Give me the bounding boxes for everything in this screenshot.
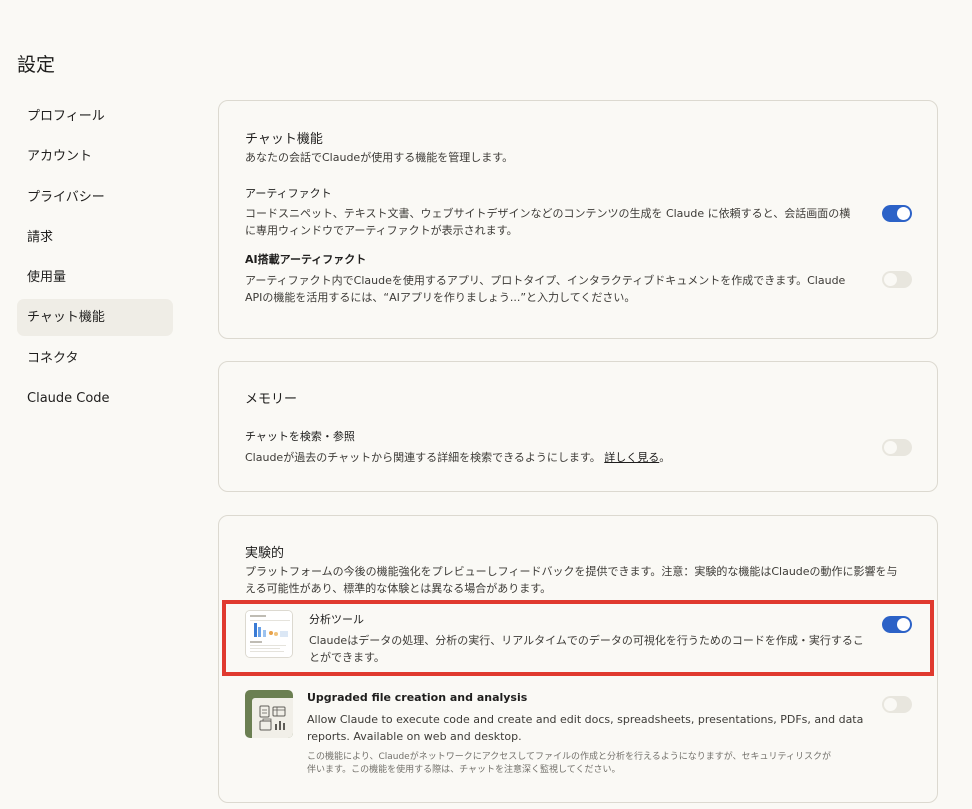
artifacts-desc-line-1: コードスニペット、テキスト文書、ウェブサイトデザインなどのコンテンツの生成を C… [245, 207, 851, 220]
ai-artifacts-toggle[interactable] [882, 271, 912, 288]
search-chats-description: Claudeが過去のチャットから関連する詳細を検索できるようにします。 詳しく見… [245, 449, 870, 466]
ai-artifacts-label: AI搭載アーティファクト [245, 253, 367, 266]
artifacts-description: コードスニペット、テキスト文書、ウェブサイトデザインなどのコンテンツの生成を C… [245, 205, 870, 239]
memory-card: メモリー チャットを検索・参照 Claudeが過去のチャットから関連する詳細を検… [218, 361, 938, 492]
learn-more-link[interactable]: 詳しく見る [604, 451, 659, 464]
file-creation-desc-line-1: Allow Claude to execute code and create … [307, 713, 864, 726]
link-suffix: 。 [659, 451, 671, 464]
sidebar-item-usage[interactable]: 使用量 [17, 259, 173, 296]
experimental-title: 実験的 [245, 546, 285, 561]
artifacts-desc-line-2: に専用ウィンドウでアーティファクトが表示されます。 [245, 224, 518, 237]
sidebar-item-privacy[interactable]: プライバシー [17, 179, 173, 216]
settings-sidebar: プロフィール アカウント プライバシー 請求 使用量 チャット機能 コネクタ C… [17, 98, 173, 420]
file-creation-security-note: この機能により、Claudeがネットワークにアクセスしてファイルの作成と分析を行… [307, 751, 907, 777]
sidebar-item-billing[interactable]: 請求 [17, 219, 173, 256]
file-creation-thumbnail [245, 690, 293, 738]
toggle-knob [884, 441, 897, 454]
file-creation-toggle[interactable] [882, 696, 912, 713]
experimental-description: プラットフォームの今後の機能強化をプレビューしフィードバックを提供できます。注意… [245, 563, 925, 597]
ai-artifacts-desc-line-2: APIの機能を活用するには、“AIアプリを作りましょう...”と入力してください… [245, 291, 636, 304]
file-creation-desc-line-2: reports. Available on web and desktop. [307, 730, 522, 743]
file-creation-description: Allow Claude to execute code and create … [307, 711, 887, 745]
sidebar-item-connectors[interactable]: コネクタ [17, 340, 173, 377]
toggle-knob [884, 698, 897, 711]
search-chats-label: チャットを検索・参照 [245, 430, 355, 443]
security-note-line-1: この機能により、Claudeがネットワークにアクセスしてファイルの作成と分析を行… [307, 752, 832, 762]
document-spreadsheet-icons [259, 705, 286, 731]
artifacts-toggle[interactable] [882, 205, 912, 222]
search-chats-desc-text: Claudeが過去のチャットから関連する詳細を検索できるようにします。 [245, 451, 601, 464]
toggle-knob [884, 273, 897, 286]
sidebar-item-claude-code[interactable]: Claude Code [17, 380, 173, 417]
experimental-desc-line-1: プラットフォームの今後の機能強化をプレビューしフィードバックを提供できます。注意… [245, 565, 898, 578]
highlight-box [222, 600, 934, 676]
security-note-line-2: 伴います。この機能を使用する際は、チャットを注意深く監視してください。 [307, 765, 621, 775]
chat-features-description: あなたの会話でClaudeが使用する機能を管理します。 [245, 151, 514, 164]
toggle-knob [897, 207, 910, 220]
experimental-desc-line-2: える可能性があり、標準的な体験とは異なる場合があります。 [245, 582, 552, 595]
chat-features-title: チャット機能 [245, 132, 323, 147]
memory-title: メモリー [245, 392, 298, 407]
page-title: 設定 [17, 54, 56, 76]
search-chats-toggle[interactable] [882, 439, 912, 456]
sidebar-item-account[interactable]: アカウント [17, 138, 173, 175]
file-icons-panel [252, 698, 293, 738]
ai-artifacts-description: アーティファクト内でClaudeを使用するアプリ、プロトタイプ、インタラクティブ… [245, 272, 870, 306]
artifacts-label: アーティファクト [245, 187, 332, 200]
sidebar-item-profile[interactable]: プロフィール [17, 98, 173, 135]
chat-features-card: チャット機能 あなたの会話でClaudeが使用する機能を管理します。 アーティフ… [218, 100, 938, 339]
ai-artifacts-desc-line-1: アーティファクト内でClaudeを使用するアプリ、プロトタイプ、インタラクティブ… [245, 274, 846, 287]
file-creation-label: Upgraded file creation and analysis [307, 691, 528, 704]
sidebar-item-chat-features[interactable]: チャット機能 [17, 299, 173, 337]
